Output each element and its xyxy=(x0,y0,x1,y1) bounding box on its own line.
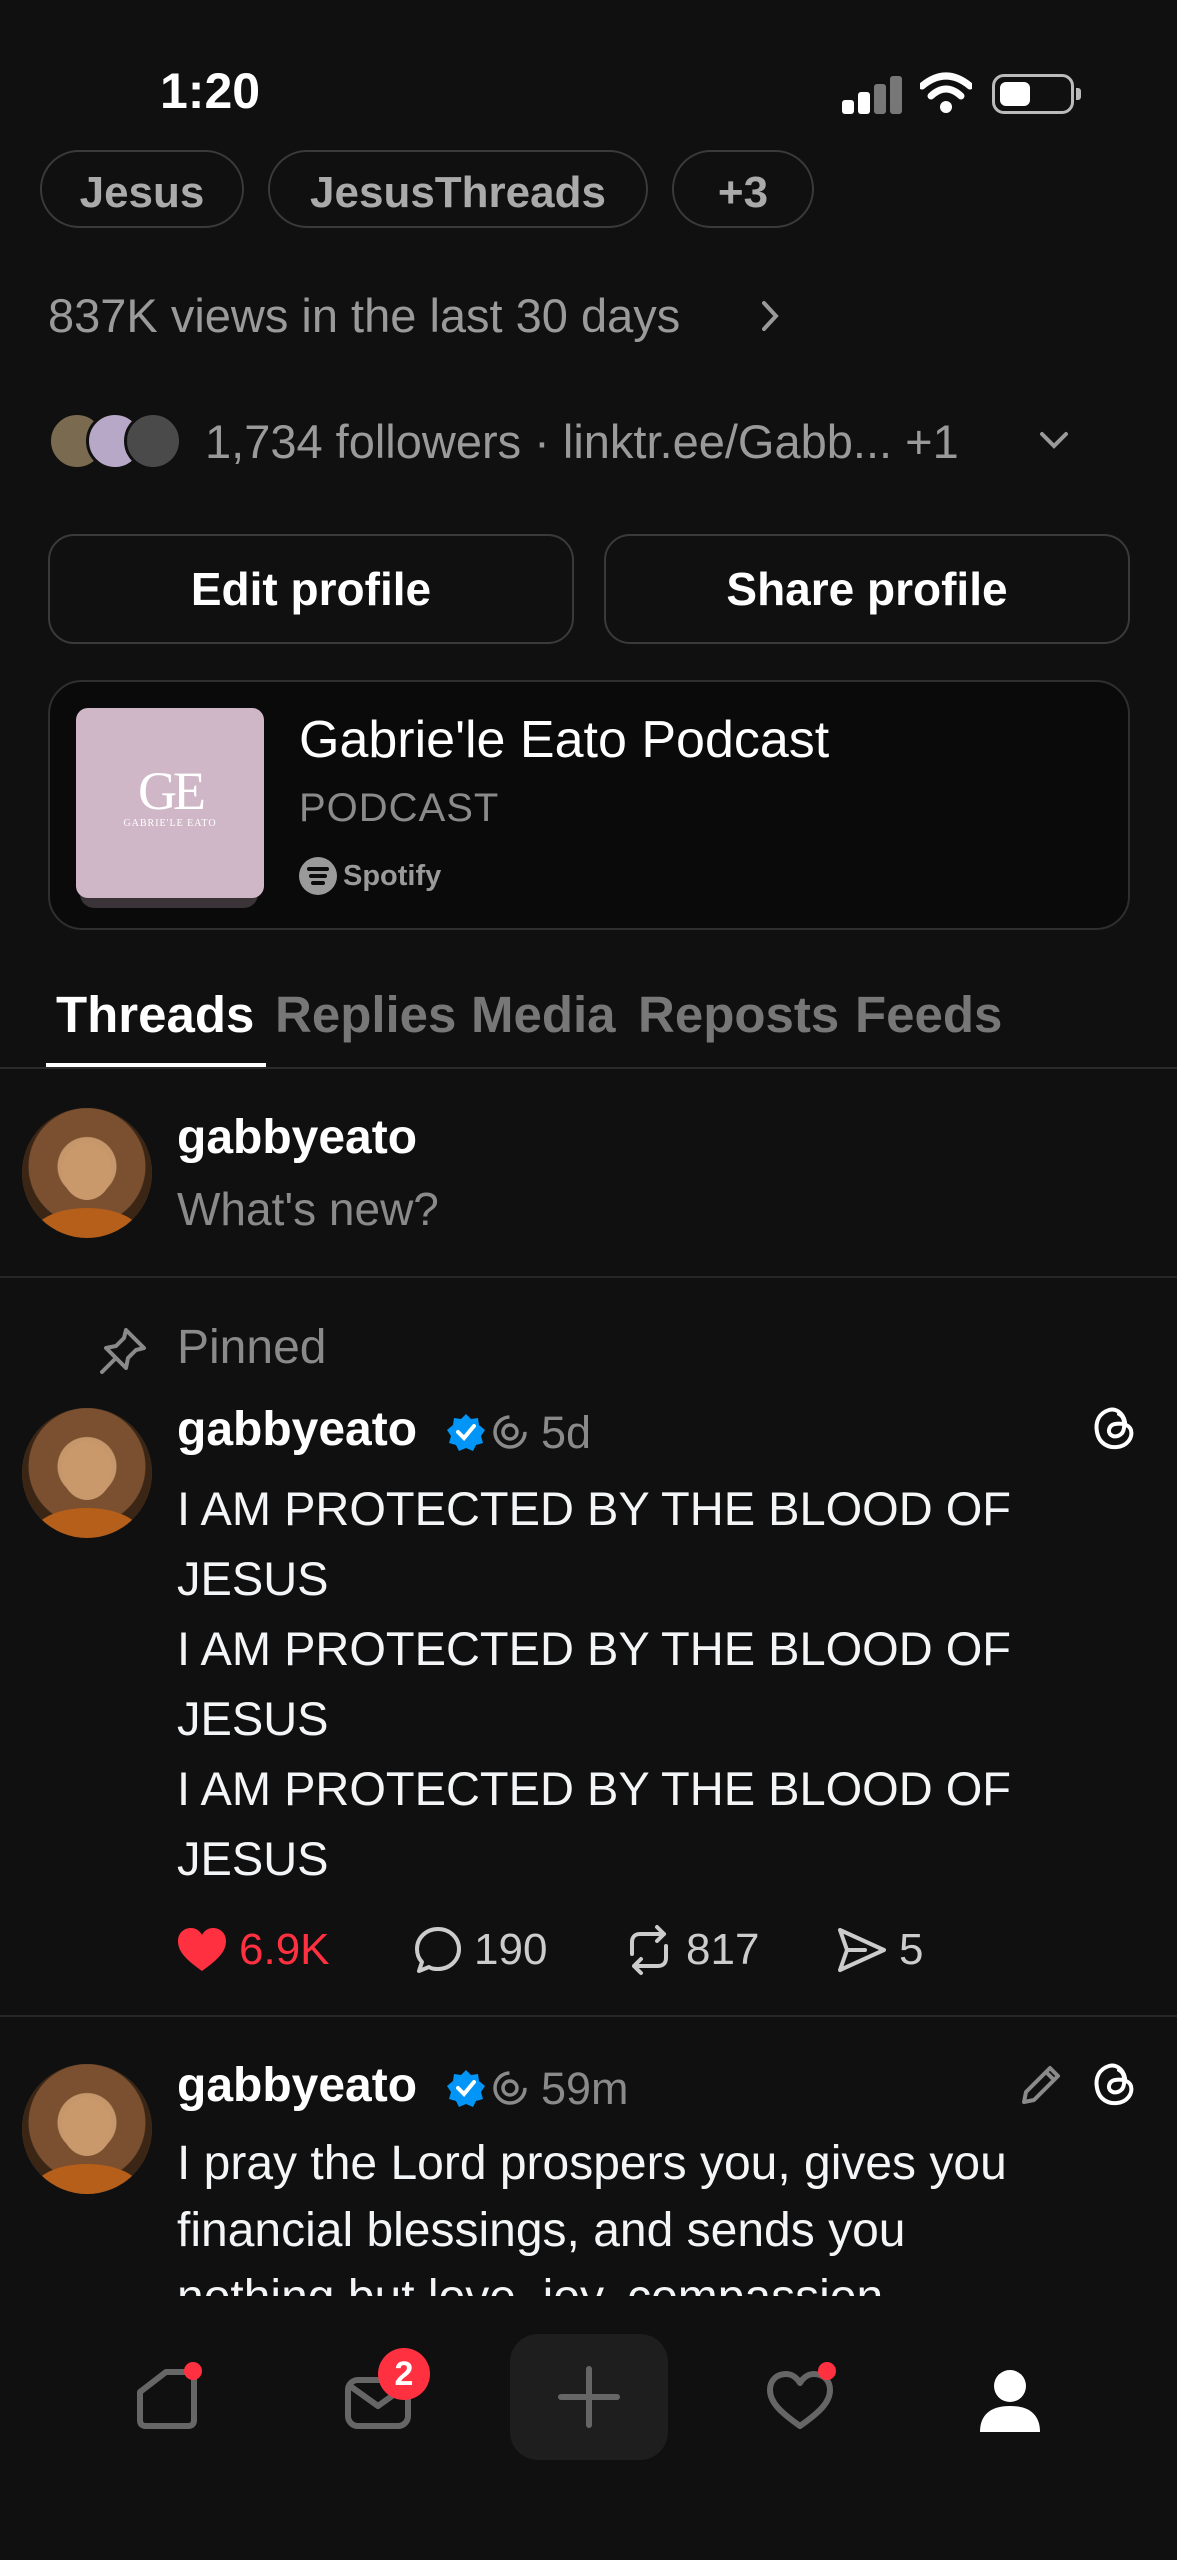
verified-badge-icon xyxy=(447,2070,485,2107)
reply-button[interactable]: 190 xyxy=(412,1922,547,1978)
hashtag-chip[interactable]: Jesus xyxy=(40,150,244,228)
views-insight-link[interactable]: 837K views in the last 30 days xyxy=(48,288,680,343)
spotify-badge: Spotify xyxy=(299,856,441,896)
follower-avatars[interactable] xyxy=(48,412,188,470)
post-username[interactable]: gabbyeato xyxy=(177,1402,417,1457)
repost-count: 817 xyxy=(686,1925,760,1974)
avatar[interactable] xyxy=(22,1408,152,1538)
hashtag-chip[interactable]: +3 xyxy=(672,150,814,228)
reply-count: 190 xyxy=(474,1925,548,1974)
repost-button[interactable]: 817 xyxy=(622,1922,759,1978)
pinned-label: Pinned xyxy=(177,1321,327,1374)
inbox-badge: 2 xyxy=(378,2348,430,2400)
battery-icon xyxy=(992,74,1081,114)
home-notification-dot xyxy=(184,2362,202,2380)
podcast-art-monogram: GE xyxy=(138,761,206,821)
post-username[interactable]: gabbyeato xyxy=(177,2058,417,2113)
threads-logo-icon[interactable] xyxy=(1089,1402,1141,1454)
edit-profile-button[interactable]: Edit profile xyxy=(48,534,574,644)
threads-logo-icon[interactable] xyxy=(1089,2058,1141,2110)
composer-username: gabbyeato xyxy=(177,1111,418,1164)
composer-input[interactable]: What's new? xyxy=(177,1182,439,1236)
share-button[interactable]: 5 xyxy=(835,1922,923,1978)
status-time: 1:20 xyxy=(160,63,261,119)
profile-icon[interactable] xyxy=(970,2360,1050,2440)
avatar[interactable] xyxy=(22,2064,152,2194)
tab-threads[interactable]: Threads xyxy=(56,985,254,1044)
repost-icon xyxy=(630,1925,668,1975)
pin-icon xyxy=(100,1328,146,1374)
like-count: 6.9K xyxy=(239,1925,330,1974)
post-body: I pray the Lord prospers you, gives you … xyxy=(177,2137,1007,2320)
share-profile-button[interactable]: Share profile xyxy=(604,534,1130,644)
profile-tabs: Threads Replies Media Reposts Feeds xyxy=(0,985,1177,1069)
divider xyxy=(0,1276,1177,1278)
followers-link[interactable]: 1,734 followers · linktr.ee/Gabb... +1 xyxy=(205,414,959,469)
chevron-right-icon xyxy=(762,301,779,331)
feed-ring-icon xyxy=(493,2071,527,2105)
divider xyxy=(0,1067,1177,1069)
tab-replies[interactable]: Replies xyxy=(275,985,456,1044)
heart-filled-icon xyxy=(178,1928,226,1971)
post-body: I AM PROTECTED BY THE BLOOD OF JESUS I A… xyxy=(177,1482,1011,1885)
cellular-signal-icon xyxy=(842,74,902,114)
spotify-icon xyxy=(299,857,337,895)
wifi-icon xyxy=(920,72,972,113)
send-icon xyxy=(838,1928,886,1972)
verified-badge-icon xyxy=(447,1414,485,1451)
feed-ring-icon xyxy=(493,1415,527,1449)
divider xyxy=(0,2015,1177,2017)
podcast-type: PODCAST xyxy=(299,786,500,830)
post-time: 59m xyxy=(541,2063,629,2114)
podcast-title: Gabrie'le Eato Podcast xyxy=(299,711,830,769)
edit-pencil-icon[interactable] xyxy=(1016,2058,1068,2110)
tab-feeds[interactable]: Feeds xyxy=(855,985,1002,1044)
chevron-down-icon[interactable] xyxy=(1036,422,1072,458)
avatar[interactable] xyxy=(22,1108,152,1238)
tab-media[interactable]: Media xyxy=(471,985,616,1044)
podcast-art-subtitle: GABRIE'LE EATO xyxy=(123,818,217,829)
like-button[interactable]: 6.9K xyxy=(175,1922,330,1978)
comment-icon xyxy=(415,1927,461,1973)
post-time: 5d xyxy=(541,1407,592,1458)
share-count: 5 xyxy=(899,1925,924,1974)
plus-icon xyxy=(558,2366,620,2428)
hashtag-chip[interactable]: JesusThreads xyxy=(268,150,648,228)
avatar xyxy=(124,412,182,470)
activity-notification-dot xyxy=(818,2362,836,2380)
tab-reposts[interactable]: Reposts xyxy=(638,985,839,1044)
